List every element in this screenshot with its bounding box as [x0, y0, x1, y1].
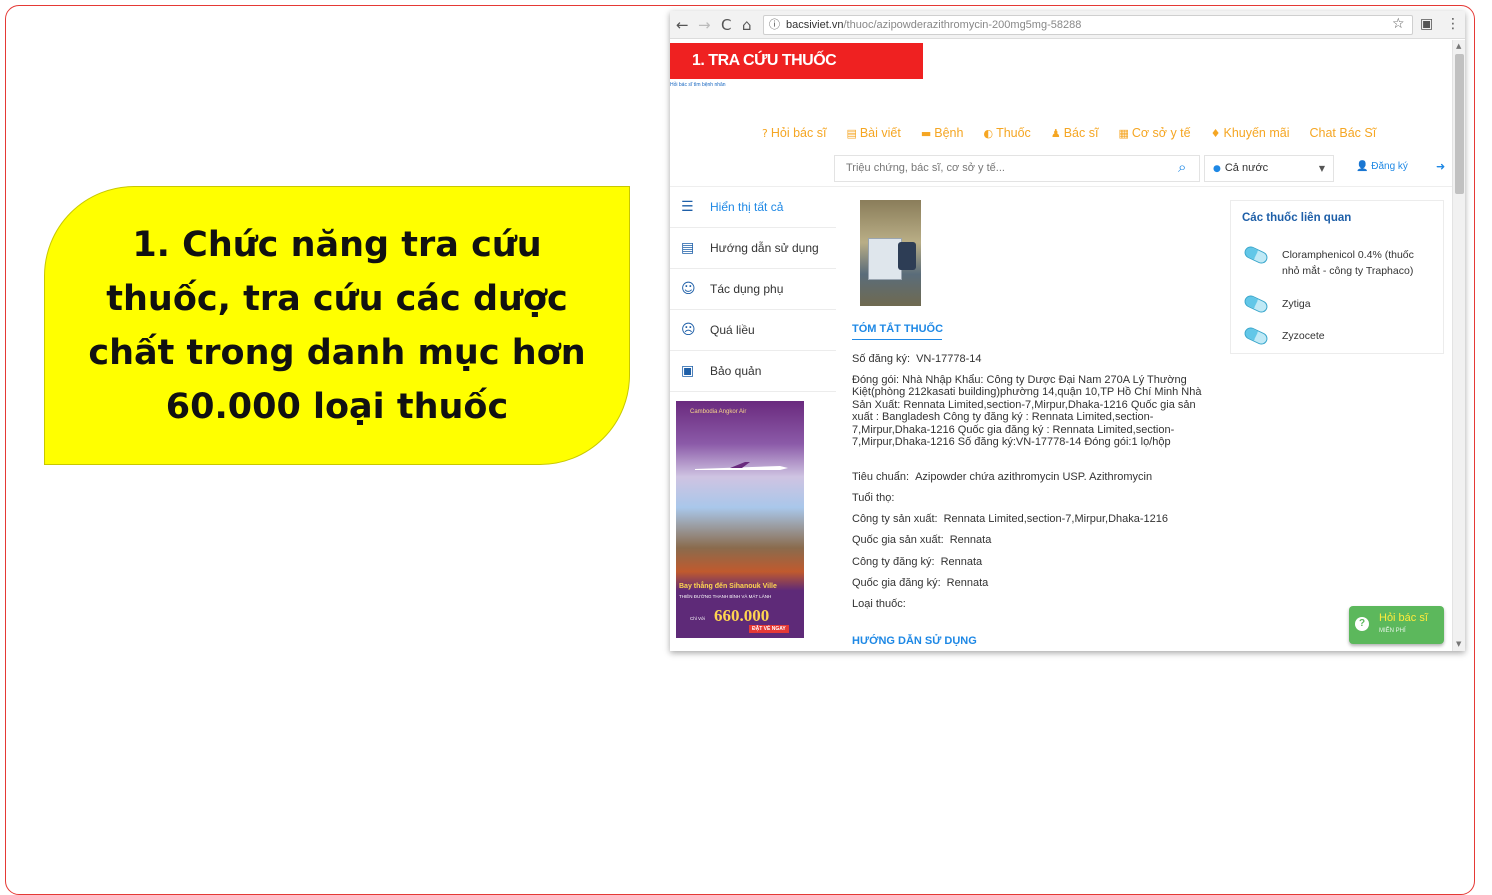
airplane-icon [695, 462, 788, 470]
info-icon[interactable]: ⓘ [769, 16, 780, 34]
extension-icon[interactable]: ▣ [1420, 16, 1433, 32]
home-icon[interactable]: ⌂ [742, 16, 752, 34]
top-navigation: ? Hỏi bác sĩ ▤ Bài viết ▬ Bệnh ◐ Thuốc ♟ Bác … [762, 126, 1376, 140]
summary-underline [852, 339, 942, 340]
sidebar-item-overdose[interactable]: ☹ Quá liều [670, 310, 836, 351]
related-title: Các thuốc liên quan [1242, 212, 1352, 224]
callout-text: 1. Chức năng tra cứu thuốc, tra cứu các … [88, 224, 586, 427]
manufacturer-row: Công ty sản xuất: Rennata Limited,section… [852, 513, 1169, 525]
drug-vial-image [898, 242, 916, 270]
ad-subline: THIÊN ĐƯỜNG THANH BÌNH VÀ MÁT LÀNH [679, 594, 772, 599]
region-select[interactable]: ● Cả nước ▼ [1204, 155, 1334, 182]
web-page: 1. TRA CỨU THUỐC Hỏi bác sĩ tìm bệnh nhâ… [670, 40, 1452, 651]
nav-item-co-so-y-te[interactable]: ▦ Cơ sở y tế [1118, 126, 1190, 140]
search-icon[interactable]: ⌕ [1178, 158, 1186, 176]
bookmark-star-icon[interactable]: ☆ [1392, 16, 1405, 32]
manufacturer-country-row: Quốc gia sản xuất: Rennata [852, 534, 992, 546]
url-path: /thuoc/azipowderazithromycin-200mg5mg-58… [843, 19, 1082, 31]
nav-item-thuoc[interactable]: ◐ Thuốc [983, 126, 1030, 140]
sidebar-item-storage[interactable]: ▣ Bảo quản [670, 351, 836, 392]
bed-icon: ▬ [920, 127, 932, 140]
nav-item-chat-bac-si[interactable]: Chat Bác Sĩ [1310, 126, 1377, 140]
site-tagline: Hỏi bác sĩ tìm bệnh nhân [670, 82, 726, 88]
capsule-icon [1242, 325, 1270, 347]
ask-doctor-label: Hỏi bác sĩ [1379, 612, 1428, 624]
ad-cta-button[interactable]: ĐẶT VÉ NGAY [749, 625, 789, 633]
packaging-row: Đóng gói: Nhà Nhập Khẩu: Công ty Dược Đạ… [852, 374, 1202, 449]
building-icon: ▦ [1118, 127, 1129, 140]
medkit-icon: ▣ [681, 363, 695, 379]
login-icon[interactable]: ➜ [1436, 160, 1445, 173]
nav-item-khuyen-mai[interactable]: ♦ Khuyến mãi [1211, 126, 1290, 140]
nav-item-benh[interactable]: ▬ Bệnh [921, 126, 964, 140]
frown-icon: ☹ [681, 322, 696, 338]
ad-price-prefix: Chỉ Với [690, 616, 705, 621]
shelf-life-row: Tuổi thọ: [852, 492, 895, 504]
forward-icon[interactable]: → [698, 16, 711, 34]
reload-icon[interactable]: C [721, 16, 731, 34]
registrant-row: Công ty đăng ký: Rennata [852, 556, 983, 568]
scroll-up-icon[interactable]: ▲ [1456, 42, 1461, 50]
region-value: Cả nước [1224, 162, 1269, 174]
capsule-icon [1242, 293, 1270, 315]
ad-banner[interactable]: Cambodia Angkor Air Bay thẳng đến Sihano… [676, 401, 804, 638]
page-scrollbar[interactable]: ▲ ▼ [1452, 40, 1465, 651]
standard-row: Tiêu chuẩn: Azipowder chứa azithromycin U… [852, 471, 1153, 483]
back-icon[interactable]: ← [676, 16, 689, 34]
ask-doctor-button[interactable]: ? Hỏi bác sĩ MIỄN PHÍ [1349, 606, 1444, 644]
question-icon: ? [762, 127, 768, 140]
sidebar-item-all[interactable]: ☰ Hiển thị tất cả [670, 187, 836, 228]
url-domain: bacsiviet.vn [786, 19, 844, 31]
section-banner: 1. TRA CỨU THUỐC [670, 43, 923, 79]
nav-item-hoi-bac-si[interactable]: ? Hỏi bác sĩ [762, 126, 826, 140]
pill-icon: ◐ [983, 127, 994, 140]
chevron-down-icon: ▼ [1318, 164, 1325, 173]
related-drugs-panel: Các thuốc liên quan Cloramphenicol 0.4% … [1230, 200, 1444, 354]
drug-photo [860, 200, 921, 306]
ask-doctor-sublabel: MIỄN PHÍ [1379, 628, 1406, 634]
list-icon: ☰ [681, 199, 694, 215]
ad-headline: Bay thẳng đến Sihanouk Ville [679, 583, 777, 590]
sidebar-item-usage[interactable]: ▤ Hướng dẫn sử dụng [670, 228, 836, 269]
browser-screenshot: ← → C ⌂ ⓘ bacsiviet.vn/thuoc/azipowderaz… [670, 11, 1465, 651]
nav-item-bai-viet[interactable]: ▤ Bài viết [846, 126, 900, 140]
ad-price: 660.000 [714, 606, 770, 625]
reg-number-row: Số đăng ký: VN-17778-14 [852, 353, 982, 365]
capsule-icon [1242, 244, 1270, 266]
usage-title: HƯỚNG DẪN SỬ DỤNG [852, 635, 977, 647]
address-bar[interactable]: ⓘ bacsiviet.vn/thuoc/azipowderazithromyc… [763, 15, 1413, 35]
menu-icon[interactable]: ⋮ [1446, 16, 1460, 32]
drug-type-row: Loại thuốc: [852, 598, 906, 610]
callout-box: 1. Chức năng tra cứu thuốc, tra cứu các … [44, 186, 630, 465]
scroll-thumb[interactable] [1455, 54, 1464, 194]
registrant-country-row: Quốc gia đăng ký: Rennata [852, 577, 989, 589]
search-input[interactable]: Triệu chứng, bác sĩ, cơ sở y tế... [834, 155, 1200, 182]
drug-box-image [868, 238, 902, 280]
article-icon: ▤ [846, 127, 857, 140]
register-link[interactable]: 👤 Đăng ký [1356, 161, 1408, 172]
doctor-icon: ♟ [1050, 127, 1061, 140]
sidebar-item-side-effects[interactable]: ☺ Tác dụng phụ [670, 269, 836, 310]
document-icon: ▤ [681, 240, 695, 256]
summary-title: TÓM TẮT THUỐC [852, 323, 944, 335]
sidebar-menu: ☰ Hiển thị tất cả ▤ Hướng dẫn sử dụng ☺ Tác… [670, 187, 836, 392]
map-pin-icon: ● [1213, 164, 1221, 174]
ad-logo: Cambodia Angkor Air [690, 409, 747, 415]
question-icon: ? [1355, 617, 1369, 631]
nav-item-bac-si[interactable]: ♟ Bác sĩ [1051, 126, 1099, 140]
smile-icon: ☺ [681, 281, 696, 297]
scroll-down-icon[interactable]: ▼ [1456, 640, 1461, 648]
browser-toolbar: ← → C ⌂ ⓘ bacsiviet.vn/thuoc/azipowderaz… [670, 11, 1465, 39]
gift-icon: ♦ [1210, 127, 1221, 140]
